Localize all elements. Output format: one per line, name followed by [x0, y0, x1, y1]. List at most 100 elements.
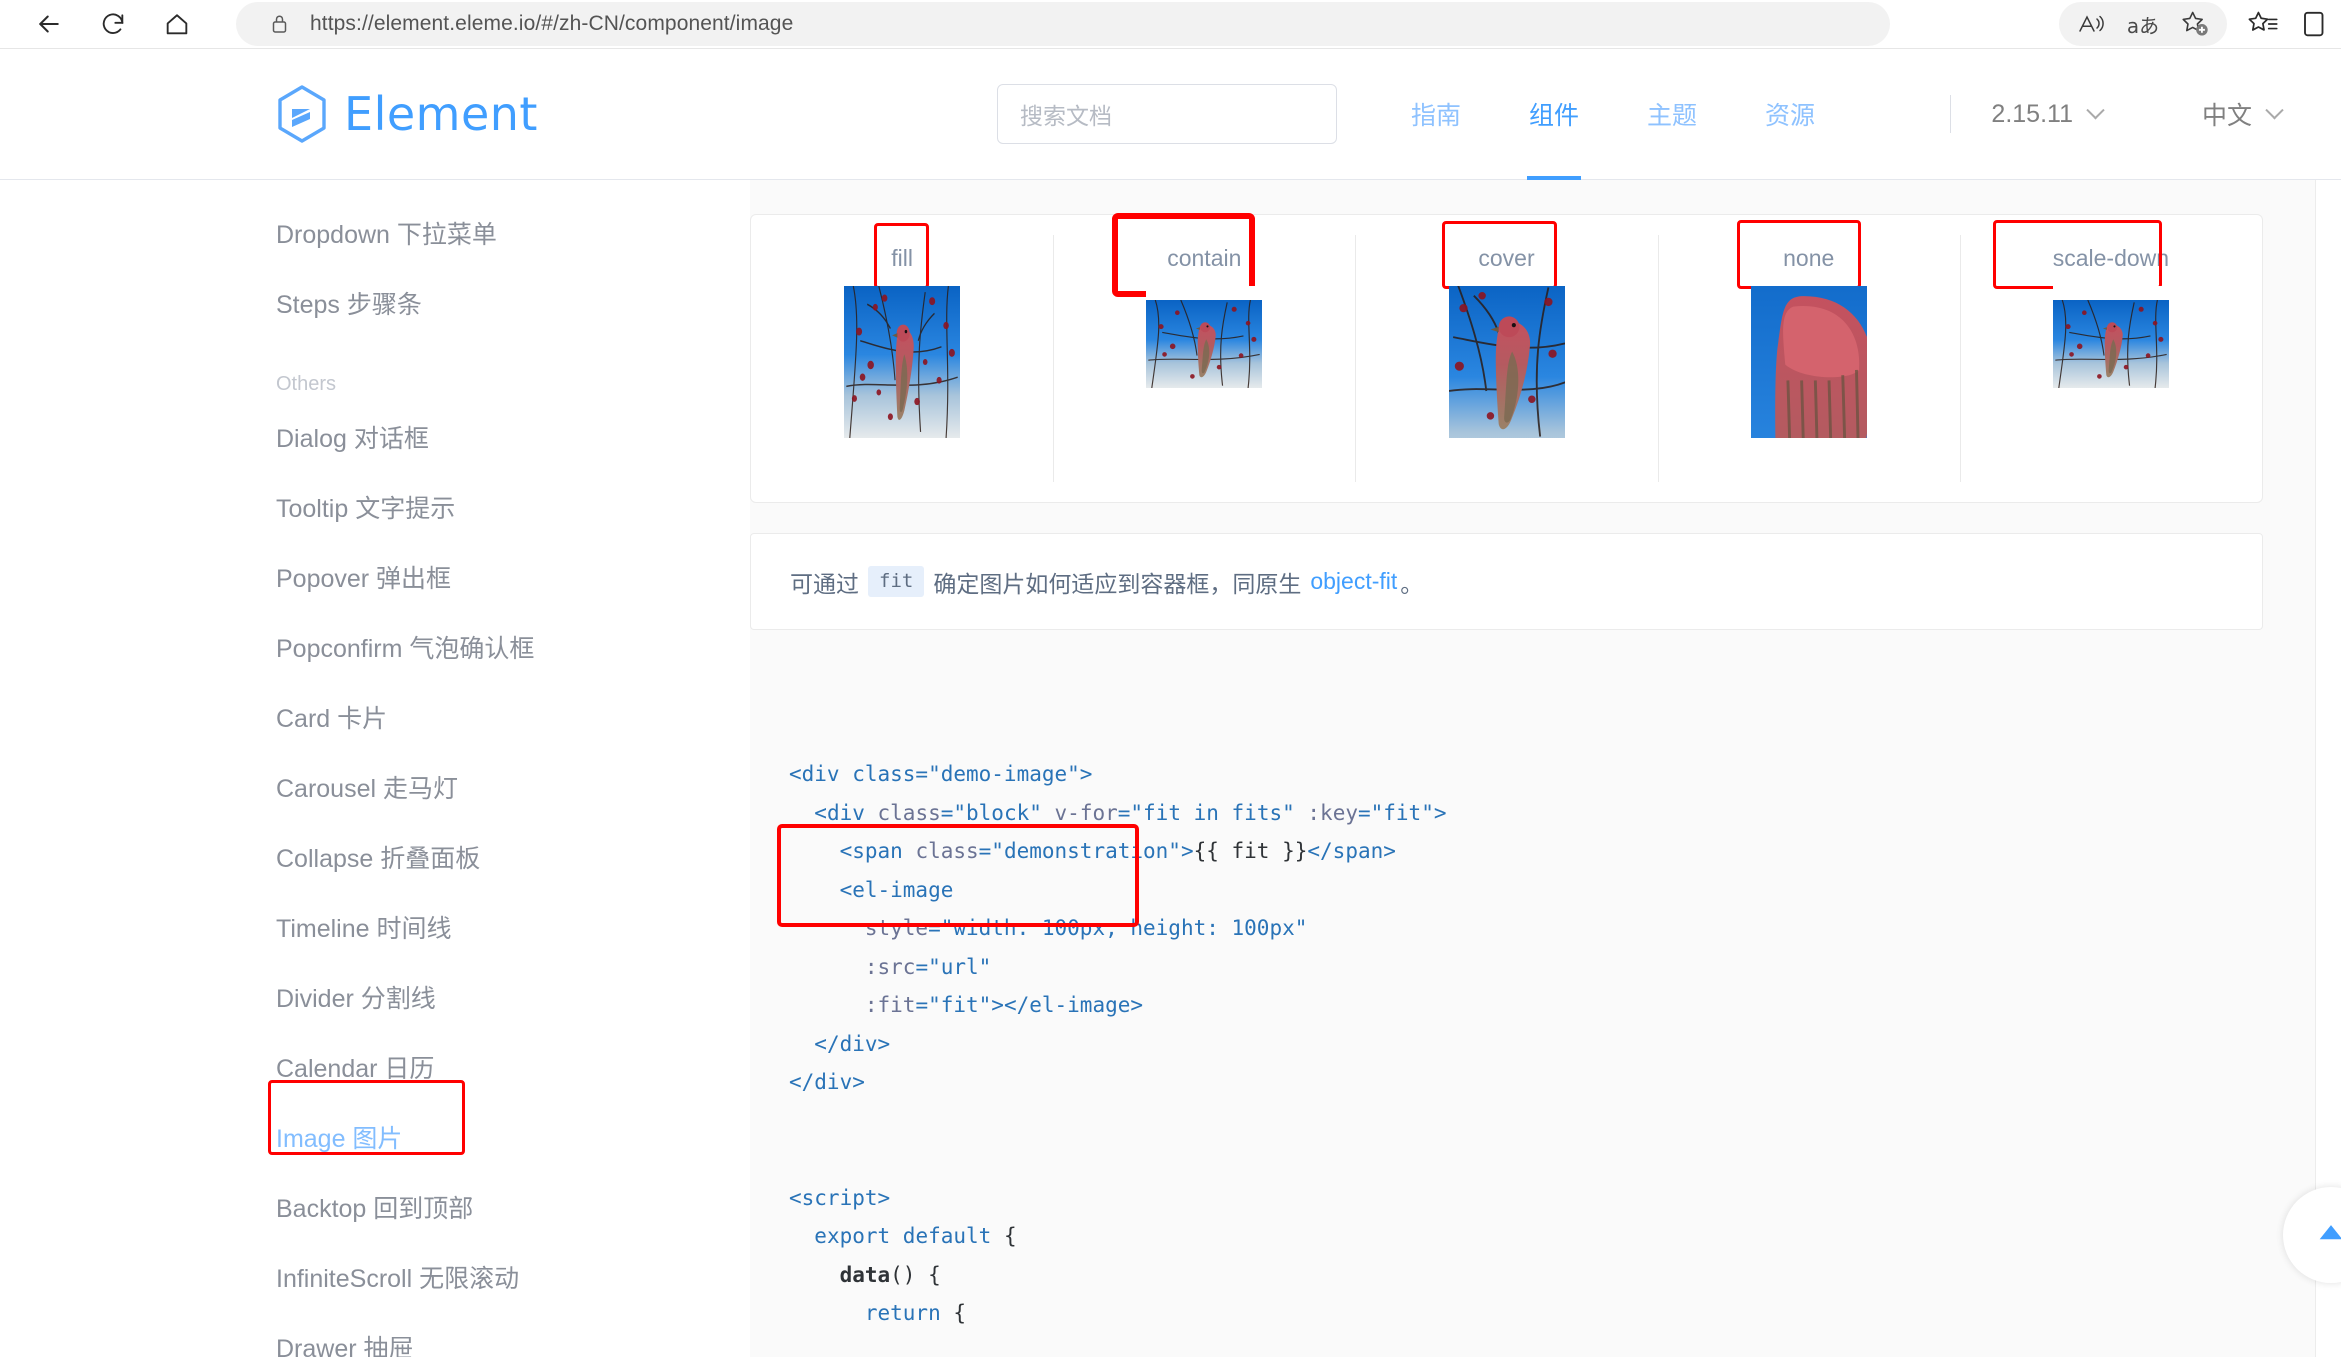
sidebar-item-tooltip[interactable]: Tooltip 文字提示	[0, 472, 750, 542]
sidebar-item-drawer[interactable]: Drawer 抽屉	[0, 1312, 750, 1357]
finch-photo	[1146, 300, 1263, 388]
sidebar-item-infinitescroll[interactable]: InfiniteScroll 无限滚动	[0, 1242, 750, 1312]
code-block: <div class="demo-image"> <div class="blo…	[750, 678, 2263, 1357]
logo-text: Element	[344, 87, 538, 141]
home-button[interactable]	[154, 1, 200, 47]
nav-item-guide[interactable]: 指南	[1377, 49, 1495, 180]
browser-actions: aあ	[2059, 1, 2341, 47]
code-line: :fit="fit"></el-image>	[789, 986, 2263, 1025]
code-token: ="url"	[915, 954, 992, 979]
sidebar-item-backtop[interactable]: Backtop 回到顶部	[0, 1172, 750, 1242]
code-token: ="width: 100px; height: 100px"	[928, 916, 1308, 940]
code-token: <div class="demo-image">	[789, 762, 1093, 786]
code-token: </div>	[814, 1031, 891, 1056]
sidebar-item-collapse[interactable]: Collapse 折叠面板	[0, 822, 750, 892]
code-token: class	[877, 800, 941, 825]
demo-label-text: cover	[1478, 245, 1535, 271]
nav-item-resources[interactable]: 资源	[1731, 49, 1849, 180]
code-line: <div class="demo-image">	[789, 755, 2263, 794]
lock-icon	[266, 11, 292, 37]
sidebar-item-popconfirm[interactable]: Popconfirm 气泡确认框	[0, 612, 750, 682]
code-token: {	[940, 1301, 967, 1325]
chevron-down-icon	[2086, 100, 2105, 119]
code-token: () {	[890, 1262, 941, 1287]
element-hexagon-logo	[278, 85, 326, 143]
back-button[interactable]	[26, 1, 72, 47]
sidebar-item-dialog[interactable]: Dialog 对话框	[0, 402, 750, 472]
code-token: ="fit in fits"	[1117, 800, 1308, 825]
search-placeholder: 搜索文档	[1019, 103, 1112, 129]
translate-button[interactable]: aあ	[2117, 1, 2169, 47]
sidebar-item-carousel[interactable]: Carousel 走马灯	[0, 752, 750, 822]
chevron-down-icon	[2265, 100, 2284, 119]
version-selector[interactable]: 2.15.11	[1991, 100, 2105, 129]
code-line: data() {	[789, 1256, 2263, 1295]
site-logo[interactable]: Element	[276, 85, 538, 143]
add-to-favorites-button[interactable]	[2169, 1, 2221, 47]
code-token: ="block"	[940, 800, 1055, 825]
demo-block-none: none	[1657, 215, 1960, 502]
code-token: </span>	[1307, 839, 1396, 863]
demo-label-text: contain	[1167, 245, 1242, 271]
main-content: fill contain cover none scale-down 可通过 f…	[750, 180, 2341, 1357]
demo-image-scale-down	[2052, 286, 2169, 402]
sidebar-item-card[interactable]: Card 卡片	[0, 682, 750, 752]
language-label: 中文	[2201, 102, 2252, 130]
code-token: style	[864, 916, 929, 940]
sidebar-item-divider[interactable]: Divider 分割线	[0, 962, 750, 1032]
read-aloud-button[interactable]	[2065, 1, 2117, 47]
back-to-top-button[interactable]	[2283, 1187, 2341, 1283]
demo-label-none: none	[1737, 220, 1862, 289]
code-line: <script>	[789, 1179, 2263, 1218]
code-line: style="width: 100px; height: 100px"	[789, 909, 2263, 948]
search-input[interactable]: 搜索文档	[996, 84, 1337, 144]
demo-image-contain	[1146, 286, 1263, 402]
sidebar-group-others: Others	[276, 373, 337, 395]
sidebar-item-dropdown[interactable]: Dropdown 下拉菜单	[0, 198, 750, 268]
sidebar-item-calendar[interactable]: Calendar 日历	[0, 1032, 750, 1102]
demo-label-contain: contain	[1112, 213, 1256, 297]
description-middle: 确定图片如何适应到容器框，同原生	[933, 570, 1302, 597]
demo-image-none	[1750, 286, 1867, 438]
favorites-list-button[interactable]	[2237, 1, 2289, 47]
demo-image-fill	[844, 286, 961, 438]
code-token: {	[991, 1224, 1017, 1248]
demo-image-cover	[1448, 286, 1565, 438]
finch-photo	[1448, 286, 1565, 438]
sidebar-item-steps[interactable]: Steps 步骤条	[0, 268, 750, 338]
home-icon	[166, 14, 188, 35]
code-token: ="fit"></el-image>	[915, 993, 1144, 1017]
demo-block-fill: fill	[751, 215, 1053, 502]
sidebar-item-image[interactable]: Image 图片	[0, 1080, 750, 1172]
address-bar[interactable]: https://element.eleme.io/#/zh-CN/compone…	[236, 2, 1890, 46]
sidebar-item-popover[interactable]: Popover 弹出框	[0, 542, 750, 612]
code-token: :src	[864, 954, 916, 979]
nav-item-components[interactable]: 组件	[1495, 49, 1613, 181]
sidebar[interactable]: Dropdown 下拉菜单 Steps 步骤条 Others Dialog 对话…	[0, 180, 750, 1357]
nav-item-theme[interactable]: 主题	[1613, 49, 1731, 180]
code-token: <span	[839, 839, 916, 863]
collections-icon	[2304, 11, 2324, 37]
object-fit-link[interactable]: object-fit	[1310, 568, 1397, 595]
main-nav: 指南 组件 主题 资源	[1377, 49, 1849, 181]
code-token: ="fit">	[1357, 800, 1447, 825]
reload-button[interactable]	[90, 1, 136, 47]
language-selector[interactable]: 中文	[2201, 96, 2284, 132]
collections-button[interactable]	[2289, 1, 2341, 47]
scrollbar-track[interactable]	[2315, 180, 2341, 1357]
finch-photo	[1750, 286, 1867, 438]
code-token: </div>	[789, 1070, 865, 1094]
sidebar-item-timeline[interactable]: Timeline 时间线	[0, 892, 750, 962]
finch-photo	[2052, 300, 2169, 388]
read-aloud-icon	[2079, 15, 2104, 32]
code-chip-fit: fit	[868, 566, 925, 597]
demo-block-cover: cover	[1355, 215, 1657, 502]
code-line: <span class="demonstration">{{ fit }}</s…	[789, 832, 2263, 871]
